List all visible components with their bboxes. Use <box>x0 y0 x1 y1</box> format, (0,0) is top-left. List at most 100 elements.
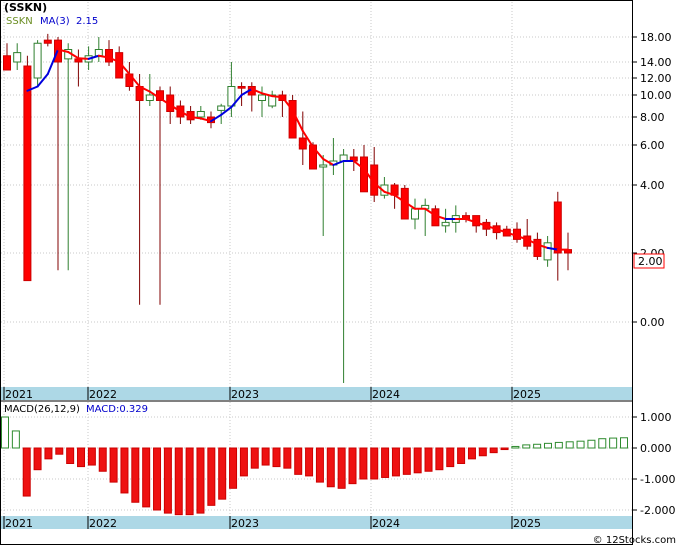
macd-bar <box>196 447 205 514</box>
price-tick-label: 12.00 <box>640 72 672 85</box>
candle-body <box>441 221 450 227</box>
macd-bar <box>500 447 509 451</box>
stock-chart: 18.00 14.00 12.00 10.00 8.00 6.00 4.00 2.00 0.00… <box>0 0 676 546</box>
macd-bar <box>44 447 53 460</box>
macd-bar <box>283 447 292 469</box>
macd-bar <box>489 447 498 454</box>
macd-tick-label: -1.000 <box>640 473 675 486</box>
year-label: 2025 <box>513 388 541 401</box>
macd-bar <box>533 443 542 449</box>
macd-bar <box>66 447 75 464</box>
macd-y-axis: 1.000 0.000 -1.000 -2.000 <box>632 411 675 517</box>
macd-bar <box>446 447 455 468</box>
macd-bar <box>609 437 618 449</box>
price-tick-label: 8.00 <box>640 111 665 124</box>
macd-bar <box>250 447 259 469</box>
candle-body <box>196 111 205 118</box>
candle-body <box>105 49 113 63</box>
macd-bar <box>598 438 607 449</box>
macd-bar <box>229 447 238 489</box>
macd-bar <box>1 416 9 449</box>
macd-bar <box>98 447 107 472</box>
price-tick-label: 14.00 <box>640 56 672 69</box>
macd-bar <box>77 447 86 468</box>
macd-bar <box>33 447 42 471</box>
macd-tick-label: -2.000 <box>640 504 675 517</box>
macd-bar <box>207 447 216 506</box>
year-label: 2022 <box>89 517 117 530</box>
macd-bar <box>424 447 433 472</box>
macd-bar <box>370 447 379 480</box>
macd-bar <box>435 447 444 471</box>
macd-bar <box>522 444 531 449</box>
macd-bar <box>55 447 64 455</box>
macd-bar <box>109 447 118 483</box>
macd-tick-label: 1.000 <box>640 411 672 424</box>
price-tick-label: 4.00 <box>640 179 665 192</box>
macd-bar <box>142 447 151 508</box>
macd-bar <box>511 445 520 449</box>
macd-bar <box>218 447 227 500</box>
candle-body <box>258 94 266 101</box>
macd-bar <box>381 447 390 478</box>
macd-bar <box>543 442 552 449</box>
candle-body <box>553 201 562 254</box>
macd-bar <box>413 447 422 474</box>
macd-bar <box>326 447 335 488</box>
candle-body <box>319 164 328 168</box>
macd-bar <box>554 441 563 449</box>
price-tick-label: 18.00 <box>640 31 672 44</box>
ma-legend-value: 2.15 <box>76 16 98 27</box>
price-y-axis: 18.00 14.00 12.00 10.00 8.00 6.00 4.00 2.00 0.00 <box>632 31 672 329</box>
macd-bar <box>337 447 346 489</box>
macd-tick-label: 0.000 <box>640 442 672 455</box>
macd-bar <box>120 447 129 494</box>
macd-bar <box>391 447 400 477</box>
macd-bar <box>359 447 368 480</box>
last-price-value: 2.00 <box>638 255 663 268</box>
candle-body <box>533 238 542 257</box>
ma-segment <box>189 116 202 120</box>
year-label: 2024 <box>372 517 400 530</box>
candle-body <box>33 42 42 79</box>
candle-body <box>237 86 246 89</box>
price-tick-label: 10.00 <box>640 89 672 102</box>
macd-bar <box>457 447 466 464</box>
watermark: © 12Stocks.com <box>593 535 676 546</box>
candle-body <box>217 105 226 111</box>
year-label: 2023 <box>231 388 259 401</box>
symbol-title: (SSKN) <box>4 1 47 14</box>
year-label: 2022 <box>89 388 117 401</box>
macd-bar <box>348 447 357 485</box>
candle-body <box>298 137 307 150</box>
candle-body <box>543 242 552 261</box>
ma-segment <box>77 57 90 60</box>
macd-bar <box>11 430 20 449</box>
candle-body <box>23 65 32 282</box>
candle-body <box>411 208 419 220</box>
price-tick-label: 6.00 <box>640 139 665 152</box>
year-label: 2023 <box>231 517 259 530</box>
macd-bar <box>87 447 96 466</box>
macd-bar <box>239 447 248 477</box>
candle-body <box>145 94 154 101</box>
macd-bar <box>305 447 314 477</box>
macd-bar <box>402 447 411 475</box>
macd-bar <box>315 447 324 483</box>
macd-bar <box>620 437 628 449</box>
price-tick-label: 0.00 <box>640 316 665 329</box>
year-label: 2021 <box>5 517 33 530</box>
macd-bar <box>294 447 303 475</box>
year-label: 2021 <box>5 388 33 401</box>
macd-bar <box>467 447 476 460</box>
macd-label: MACD(26,12,9) <box>4 404 80 415</box>
ma-legend-label: MA(3) <box>40 16 70 27</box>
candle-body <box>43 39 52 44</box>
candle-body <box>13 52 22 63</box>
ma-segment <box>271 95 284 99</box>
candle-body <box>3 55 11 71</box>
macd-value: MACD:0.329 <box>86 404 148 415</box>
macd-bar <box>131 447 140 503</box>
macd-bar <box>22 447 31 497</box>
candle-body <box>360 156 368 193</box>
